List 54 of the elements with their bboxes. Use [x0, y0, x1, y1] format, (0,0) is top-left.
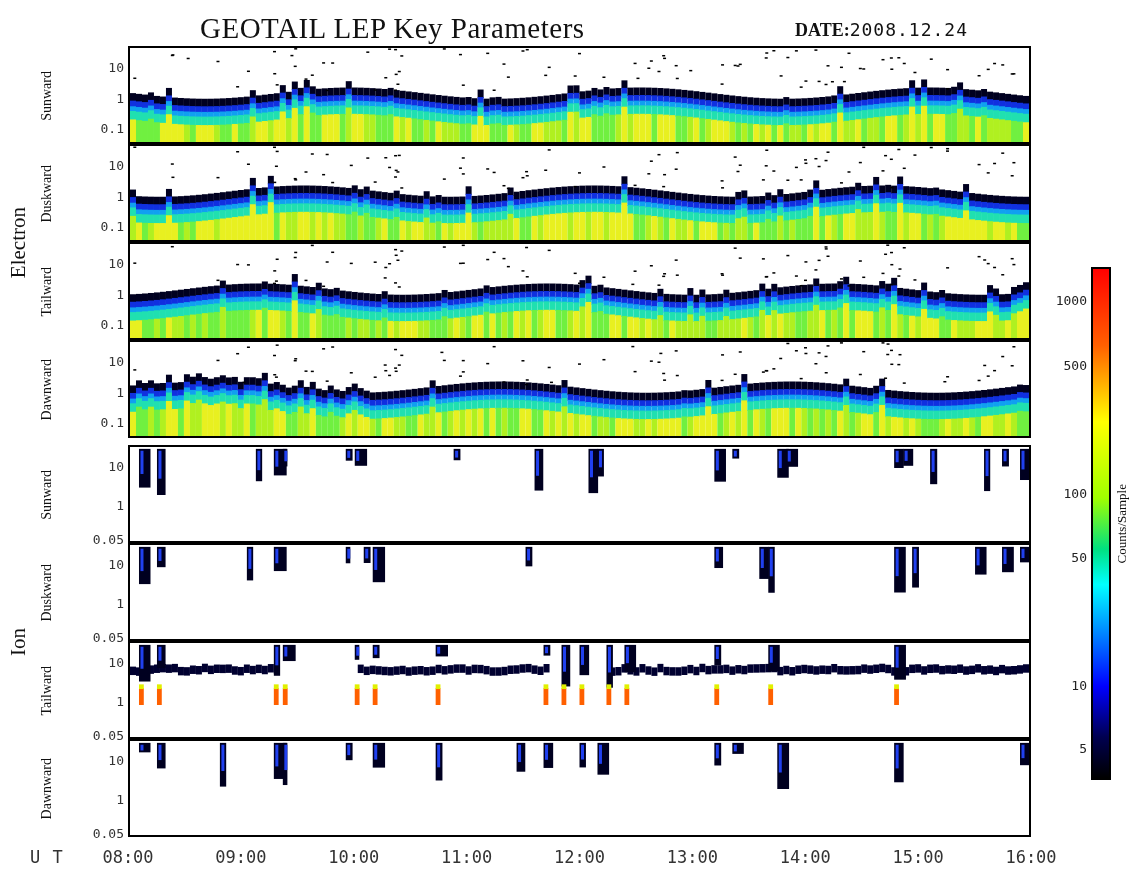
x-tick-label: 16:00	[1004, 847, 1058, 867]
y-tick-label: 0.05	[92, 727, 124, 743]
y-tick-label: 1	[116, 286, 124, 302]
colorbar-tick-label: 50	[1071, 549, 1087, 565]
y-tick-label: 0.05	[92, 629, 124, 645]
x-tick-label: 09:00	[214, 847, 268, 867]
direction-label: Dawnward	[39, 758, 55, 820]
direction-label: Tailward	[39, 267, 55, 317]
y-tick-label: 1	[116, 497, 124, 513]
direction-label: Dawnward	[39, 359, 55, 421]
y-tick-label: 1	[116, 90, 124, 106]
colorbar-tick-label: 5	[1079, 740, 1087, 756]
x-tick-label: 12:00	[552, 847, 607, 867]
y-tick-label: 1	[116, 791, 124, 807]
colorbar-label: Counts/Sample	[1114, 483, 1130, 564]
y-tick-label: 1	[116, 693, 124, 709]
chart-title: GEOTAIL LEP Key Parameters	[200, 12, 586, 46]
y-tick-label: 10	[108, 752, 124, 768]
direction-label: Duskward	[39, 564, 55, 622]
date-label: DATE:	[795, 20, 850, 41]
x-tick-label: 15:00	[891, 847, 945, 867]
y-tick-label: 10	[108, 59, 124, 75]
direction-label: Sunward	[39, 71, 55, 121]
y-tick-label: 10	[108, 458, 124, 474]
direction-label: Duskward	[39, 165, 55, 223]
x-tick-label: 13:00	[665, 847, 719, 867]
y-tick-label: 1	[116, 188, 124, 204]
x-tick-label: 11:00	[440, 847, 494, 867]
y-tick-label: 10	[108, 556, 124, 572]
colorbar-tick-label: 1000	[1055, 292, 1087, 308]
colorbar-tick-label: 10	[1071, 677, 1087, 693]
direction-label: Sunward	[39, 470, 55, 520]
colorbar-tick-label: 500	[1063, 358, 1087, 373]
x-tick-label: 14:00	[778, 847, 832, 867]
x-tick-label: 10:00	[327, 847, 381, 867]
y-tick-label: 10	[108, 353, 124, 369]
x-axis-label: U T	[29, 847, 65, 867]
y-tick-label: 0.1	[100, 218, 124, 234]
y-tick-label: 0.1	[100, 120, 124, 136]
date-value: 2008.12.24	[849, 19, 969, 40]
y-tick-label: 10	[108, 255, 124, 271]
y-tick-label: 1	[116, 384, 124, 400]
group-label: Electron	[5, 207, 31, 279]
y-tick-label: 1	[116, 595, 124, 611]
direction-label: Tailward	[39, 666, 55, 716]
group-label: Ion	[5, 628, 31, 656]
colorbar-tick-label: 100	[1063, 485, 1087, 501]
y-tick-label: 10	[108, 157, 124, 173]
y-tick-label: 0.05	[92, 825, 124, 841]
y-tick-label: 0.05	[92, 531, 124, 547]
y-tick-label: 10	[108, 654, 124, 670]
y-tick-label: 0.1	[100, 414, 124, 430]
y-tick-label: 0.1	[100, 316, 124, 332]
x-tick-label: 08:00	[101, 847, 155, 867]
